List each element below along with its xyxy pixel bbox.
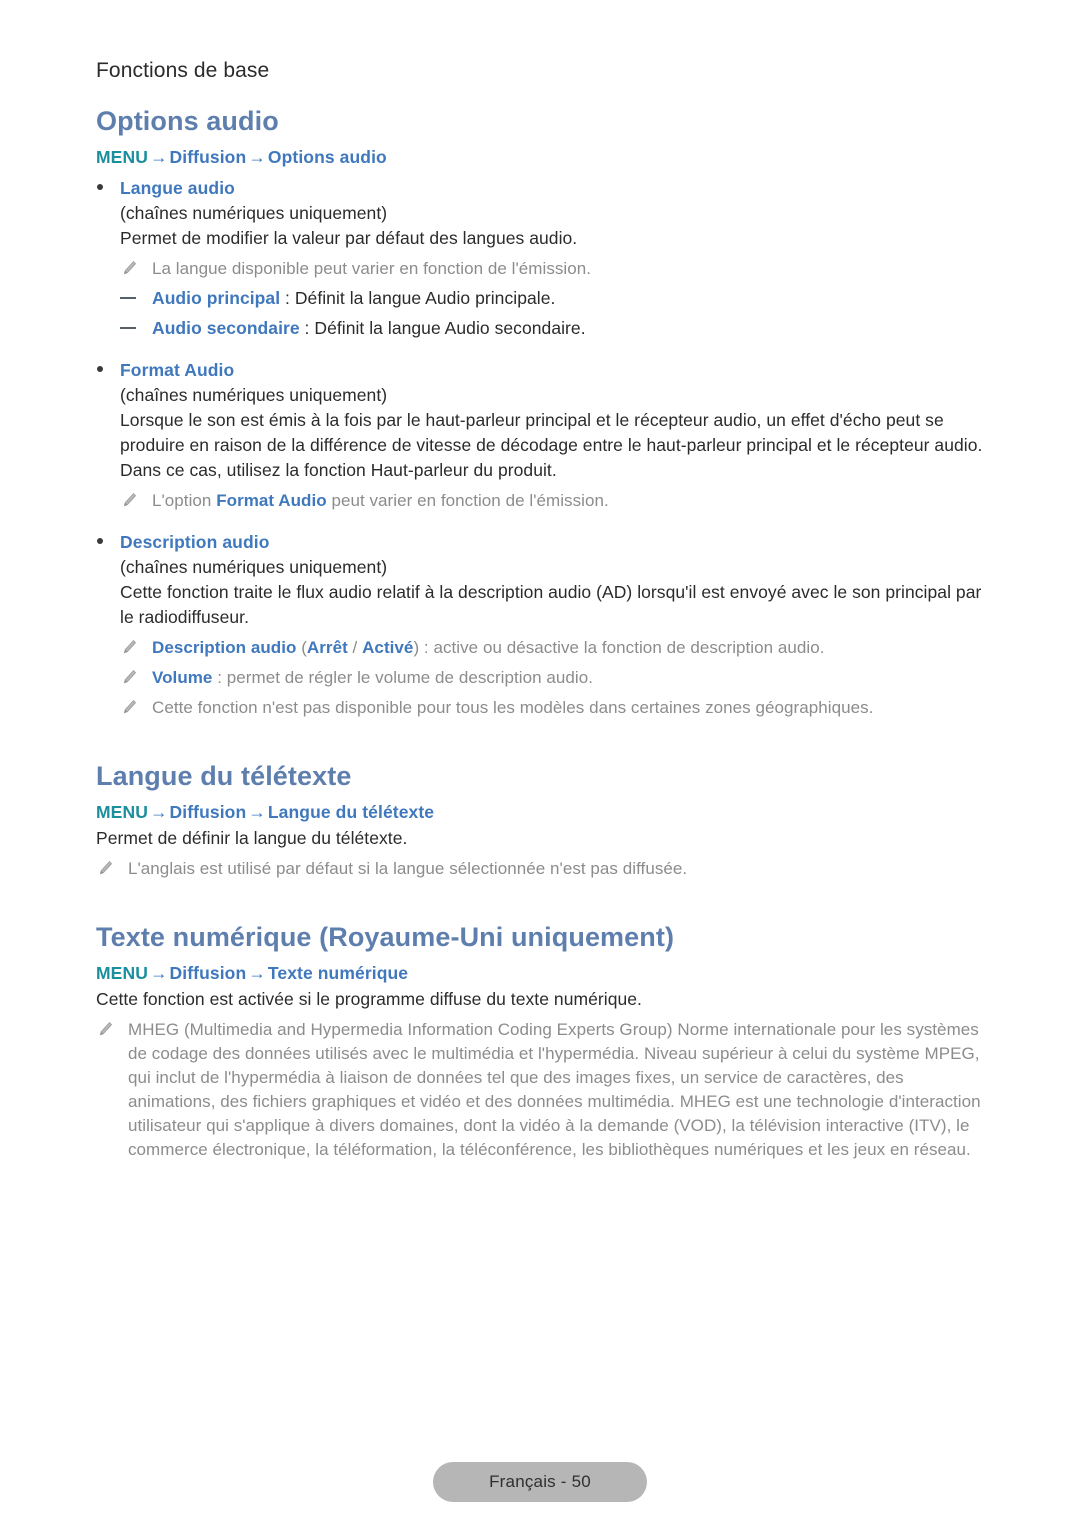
dash-icon: [120, 327, 136, 329]
note-row: Description audio (Arrêt / Activé) : act…: [0, 630, 1080, 660]
note-row: Cette fonction n'est pas disponible pour…: [0, 690, 1080, 720]
bullet-icon: [97, 184, 103, 190]
list-item: Description audio: [0, 525, 1080, 555]
note-row: Volume : permet de régler le volume de d…: [0, 660, 1080, 690]
breadcrumb-menu[interactable]: MENU: [96, 963, 148, 983]
note-row: La langue disponible peut varier en fonc…: [0, 251, 1080, 281]
list-item: Langue audio: [0, 171, 1080, 201]
setting-name[interactable]: Format Audio: [120, 360, 234, 380]
setting-description: Lorsque le son est émis à la fois par le…: [120, 410, 983, 480]
note-text: La langue disponible peut varier en fonc…: [152, 259, 592, 278]
section-texte-numerique: Texte numérique (Royaume-Uni uniquement)…: [0, 919, 1080, 1162]
breadcrumb: MENU → Diffusion → Options audio: [0, 139, 1080, 171]
setting-description: Cette fonction traite le flux audio rela…: [120, 582, 982, 627]
chevron-right-icon: →: [149, 802, 168, 822]
note-option-on[interactable]: Activé: [362, 638, 413, 657]
breadcrumb-level1[interactable]: Diffusion: [170, 147, 247, 167]
chevron-right-icon: →: [149, 963, 168, 983]
chevron-right-icon: →: [248, 963, 266, 983]
note-highlight[interactable]: Volume: [152, 668, 212, 687]
chevron-right-icon: →: [149, 147, 168, 167]
bullet-icon: [97, 538, 103, 544]
setting-qualifier: (chaînes numériques uniquement): [120, 385, 388, 405]
sub-item-row: Audio secondaire : Définit la langue Aud…: [0, 311, 1080, 341]
note-text: MHEG (Multimedia and Hypermedia Informat…: [128, 1020, 981, 1159]
sub-item-description: : Définit la langue Audio principale.: [280, 288, 556, 308]
breadcrumb-level1[interactable]: Diffusion: [170, 802, 247, 822]
page-title: Texte numérique (Royaume-Uni uniquement): [96, 922, 675, 952]
note-text: L'anglais est utilisé par défaut si la l…: [128, 859, 688, 878]
section-description: Cette fonction est activée si le program…: [96, 989, 642, 1009]
sub-item-term[interactable]: Audio secondaire: [152, 318, 300, 338]
breadcrumb: MENU → Diffusion → Langue du télétexte: [0, 794, 1080, 826]
pencil-icon: [99, 860, 113, 875]
dash-icon: [120, 297, 136, 299]
sub-item-term[interactable]: Audio principal: [152, 288, 280, 308]
pencil-icon: [123, 669, 137, 684]
note-text-suffix: peut varier en fonction de l'émission.: [326, 491, 609, 510]
section-description: Permet de définir la langue du télétexte…: [96, 828, 408, 848]
bullet-icon: [97, 366, 103, 372]
breadcrumb-level1[interactable]: Diffusion: [170, 963, 247, 983]
setting-name[interactable]: Description audio: [120, 532, 270, 552]
page-title: Options audio: [96, 106, 279, 136]
pencil-icon: [123, 492, 137, 507]
breadcrumb-level2[interactable]: Texte numérique: [268, 963, 408, 983]
note-text-mid: (: [296, 638, 307, 657]
setting-name[interactable]: Langue audio: [120, 178, 235, 198]
sub-item-description: : Définit la langue Audio secondaire.: [299, 318, 586, 338]
chevron-right-icon: →: [248, 147, 266, 167]
breadcrumb-menu[interactable]: MENU: [96, 802, 148, 822]
sub-item-row: Audio principal : Définit la langue Audi…: [0, 281, 1080, 311]
note-highlight[interactable]: Description audio: [152, 638, 296, 657]
page-title: Langue du télétexte: [96, 761, 352, 791]
note-text-prefix: L'option: [152, 491, 217, 510]
setting-description: Permet de modifier la valeur par défaut …: [120, 228, 578, 248]
list-item: Format Audio: [0, 353, 1080, 383]
pencil-icon: [99, 1021, 113, 1036]
note-row: L'option Format Audio peut varier en fon…: [0, 483, 1080, 513]
note-separator: /: [347, 638, 363, 657]
note-row: L'anglais est utilisé par défaut si la l…: [0, 851, 1080, 881]
section-langue-teletexte: Langue du télétexte MENU → Diffusion → Langu…: [0, 758, 1080, 881]
pencil-icon: [123, 260, 137, 275]
breadcrumb-level2[interactable]: Options audio: [268, 147, 387, 167]
note-text-suffix: : permet de régler le volume de descript…: [212, 668, 593, 687]
page-number-badge: Français - 50: [433, 1462, 647, 1502]
note-text: Cette fonction n'est pas disponible pour…: [152, 698, 874, 717]
chevron-right-icon: →: [248, 802, 266, 822]
note-option-off[interactable]: Arrêt: [307, 638, 348, 657]
section-options-audio: Options audio MENU → Diffusion → Options aud…: [0, 103, 1080, 720]
setting-qualifier: (chaînes numériques uniquement): [120, 203, 388, 223]
page-content: Options audio MENU → Diffusion → Options aud…: [0, 103, 1080, 1162]
breadcrumb: MENU → Diffusion → Texte numérique: [0, 955, 1080, 987]
page-footer: Français - 50: [0, 1462, 1080, 1502]
pencil-icon: [123, 639, 137, 654]
setting-qualifier: (chaînes numériques uniquement): [120, 557, 388, 577]
manual-page: Fonctions de base Options audio MENU → Dif…: [0, 0, 1080, 1534]
pencil-icon: [123, 699, 137, 714]
note-row: MHEG (Multimedia and Hypermedia Informat…: [0, 1012, 1080, 1162]
breadcrumb-level2[interactable]: Langue du télétexte: [268, 802, 434, 822]
note-text-suffix: ) : active ou désactive la fonction de d…: [413, 638, 825, 657]
note-highlight[interactable]: Format Audio: [216, 491, 326, 510]
running-header: Fonctions de base: [96, 59, 270, 82]
breadcrumb-menu[interactable]: MENU: [96, 147, 148, 167]
